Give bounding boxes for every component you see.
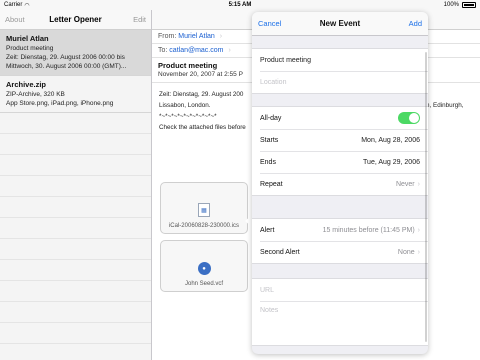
location-field[interactable]: Location [252, 71, 428, 93]
allday-label: All-day [260, 114, 282, 122]
from-label: From: [158, 33, 177, 40]
about-button[interactable]: About [5, 15, 25, 24]
starts-value: Mon, Aug 28, 2006 [361, 136, 420, 144]
attachment-ics[interactable]: ▦ iCal-20060828-230000.ics [160, 182, 248, 234]
ends-label: Ends [260, 158, 276, 166]
chevron-right-icon: › [228, 47, 231, 54]
repeat-label: Repeat [260, 180, 283, 188]
to-label: To: [158, 47, 168, 54]
empty-row [0, 113, 151, 134]
battery-icon [462, 2, 476, 8]
ends-row[interactable]: Ends Tue, Aug 29, 2006 [252, 151, 428, 173]
empty-row [0, 197, 151, 218]
empty-row [0, 218, 151, 239]
repeat-row[interactable]: Repeat Never › [252, 173, 428, 195]
chevron-right-icon: › [417, 248, 420, 256]
list-item-preview-1: Zeit: Dienstag, 29. August 2006 00:00 bi… [6, 54, 125, 61]
list-item-archive-zip[interactable]: Archive.zip ZIP-Archive, 320 KB App Stor… [0, 76, 151, 113]
cancel-button[interactable]: Cancel [258, 19, 281, 28]
title-location-group: Product meeting Location [252, 48, 428, 94]
contact-icon: ● [197, 262, 211, 275]
empty-row [0, 302, 151, 323]
popover-nav-bar: Cancel New Event Add [252, 12, 428, 36]
message-list-pane: About Letter Opener Edit Muriel Atlan Pr… [0, 10, 152, 360]
url-placeholder: URL [260, 286, 275, 294]
second-alert-row[interactable]: Second Alert None › [252, 241, 428, 263]
chevron-right-icon: › [417, 226, 420, 234]
attachment-name: iCal-20060828-230000.ics [168, 223, 240, 229]
from-name[interactable]: Muriel Atlan [178, 33, 215, 40]
list-item-sender: Archive.zip [6, 80, 47, 89]
location-placeholder: Location [260, 78, 287, 86]
list-item-sender: Muriel Atlan [6, 34, 49, 43]
allday-toggle[interactable] [398, 112, 420, 124]
to-address[interactable]: catlan@mac.com [169, 47, 223, 54]
left-nav-bar: About Letter Opener Edit [0, 10, 151, 30]
ends-value: Tue, Aug 29, 2006 [363, 158, 420, 166]
edit-button[interactable]: Edit [133, 15, 146, 24]
attachment-vcf[interactable]: ● John Seed.vcf [160, 240, 248, 292]
event-title-field[interactable]: Product meeting [252, 49, 428, 71]
list-item-subject: ZIP-Archive, 320 KB [6, 91, 65, 98]
popover-scrollbar[interactable] [425, 52, 427, 342]
list-item-subject: Product meeting [6, 45, 54, 52]
alert-label: Alert [260, 226, 275, 234]
empty-row [0, 323, 151, 344]
starts-label: Starts [260, 136, 279, 144]
second-alert-label: Second Alert [260, 248, 300, 256]
date-group: All-day Starts Mon, Aug 28, 2006 Ends Tu… [252, 106, 428, 196]
notes-placeholder: Notes [260, 307, 279, 314]
alert-value: 15 minutes before (11:45 PM) [322, 226, 415, 234]
url-field[interactable]: URL [252, 279, 428, 301]
list-item-preview-1: App Store.png, iPad.png, iPhone.png [6, 100, 114, 107]
alert-group: Alert 15 minutes before (11:45 PM) › Seco… [252, 218, 428, 264]
empty-row [0, 155, 151, 176]
chevron-right-icon: › [219, 33, 223, 40]
add-button[interactable]: Add [409, 19, 422, 28]
empty-row [0, 176, 151, 197]
list-item-preview-2: Mittwoch, 30. August 2006 00:00 (GMT)... [6, 63, 127, 70]
url-notes-group: URL Notes [252, 278, 428, 346]
alert-row[interactable]: Alert 15 minutes before (11:45 PM) › [252, 219, 428, 241]
notes-field[interactable]: Notes [252, 301, 428, 345]
allday-row: All-day [252, 107, 428, 129]
event-title-value: Product meeting [260, 56, 311, 64]
starts-row[interactable]: Starts Mon, Aug 28, 2006 [252, 129, 428, 151]
empty-row [0, 260, 151, 281]
new-event-popover: Cancel New Event Add Product meeting Loc… [252, 12, 428, 354]
list-item-muriel-atlan[interactable]: Muriel Atlan Product meeting Zeit: Diens… [0, 30, 151, 76]
status-time: 5:15 AM [228, 2, 252, 8]
attachment-name: John Seed.vcf [184, 281, 224, 287]
repeat-value: Never [395, 180, 415, 188]
empty-row [0, 281, 151, 302]
calendar-icon: ▦ [198, 203, 210, 217]
body-line-tail: n, Edinburgh, [426, 102, 464, 109]
empty-row [0, 134, 151, 155]
chevron-right-icon: › [417, 180, 420, 188]
status-bar: Carrier ◠ 5:15 AM 100% [0, 0, 480, 10]
second-alert-value: None [397, 248, 415, 256]
empty-row [0, 239, 151, 260]
